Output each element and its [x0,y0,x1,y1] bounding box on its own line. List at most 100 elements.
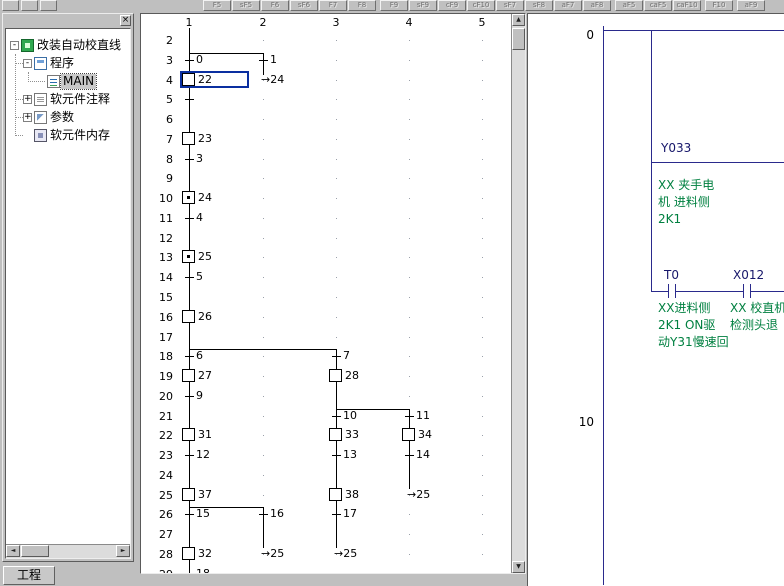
vscrollbar-thumb[interactable] [512,28,525,50]
sfc-jump-arrow[interactable]: →25 [334,547,374,560]
sfc-grid-dot [336,218,337,219]
tree-expander-icon[interactable]: - [23,59,32,68]
tree-item-0[interactable]: -改装自动校直线 [6,37,130,54]
toolbar-button-f7[interactable]: F7 [319,0,347,11]
sfc-grid-dot [482,257,483,258]
sfc-transition-tick [185,514,194,515]
toolbar-button-caf10[interactable]: caF10 [673,0,701,11]
sfc-row-header: 9 [151,172,173,184]
toolbar-button-sf5[interactable]: sF5 [232,0,260,11]
toolbar-button-sf7[interactable]: sF7 [496,0,524,11]
sfc-grid-dot [263,475,264,476]
toolbar-button-cf10[interactable]: cF10 [467,0,495,11]
sfc-transition-number: 1 [270,53,296,66]
sfc-row-header: 16 [151,311,173,323]
tree-item-5[interactable]: 软元件内存 [6,127,130,144]
sfc-row-header: 19 [151,370,173,382]
toolbar-button[interactable] [21,0,38,11]
tree-item-3[interactable]: + 软元件注释 [6,91,130,108]
sfc-grid-dot [409,297,410,298]
project-tree-hscrollbar[interactable]: ◄ ► [6,544,130,558]
sfc-row-header: 6 [151,113,173,125]
toolbar-button-f9[interactable]: F9 [380,0,408,11]
toolbar-button[interactable] [40,0,57,11]
tree-expander-icon[interactable]: + [23,113,32,122]
sfc-transition-tick [185,60,194,61]
sfc-transition-tick [259,514,268,515]
toolbar-button-cf9[interactable]: cF9 [438,0,466,11]
tree-expander-icon[interactable]: - [10,41,19,50]
project-panel: × -改装自动校直线-程序MAIN + 软元件注释 +参数软元件内存 ◄ ► [2,13,134,562]
sfc-step-box[interactable] [182,310,195,323]
sfc-grid-dot [482,514,483,515]
toolbar-button-caf5[interactable]: caF5 [644,0,672,11]
sfc-row-header: 3 [151,54,173,66]
tab-project[interactable]: 工程 [3,566,55,585]
toolbar-button-f8[interactable]: F8 [348,0,376,11]
sfc-jump-arrow[interactable]: →24 [261,73,301,86]
sfc-transition-tick [405,455,414,456]
sfc-step-box[interactable] [182,369,195,382]
sfc-transition-number: 16 [270,507,296,520]
sfc-grid-dot [409,238,410,239]
ladder-canvas[interactable]: 010Y033T0X012XX 夹手电机 进料侧2K1XX进料侧2K1 ON驱动… [528,14,784,586]
tree-item-1[interactable]: -程序 [6,55,130,72]
toolbar-button-sf8[interactable]: sF8 [525,0,553,11]
sfc-grid-dot [263,317,264,318]
toolbar-button-af7[interactable]: aF7 [554,0,582,11]
sfc-step-box[interactable] [329,428,342,441]
sfc-grid-dot [409,337,410,338]
tree-item-main[interactable]: MAIN [6,73,130,90]
toolbar-button-af8[interactable]: aF8 [583,0,611,11]
ladder-comment: XX 夹手电机 进料侧2K1 [658,177,714,228]
project-panel-titlebar[interactable]: × [4,15,132,27]
sfc-vscrollbar[interactable]: ▲ ▼ [511,14,525,573]
sfc-step-box[interactable] [329,369,342,382]
sfc-step-box[interactable] [182,250,195,263]
sfc-step-box[interactable] [402,428,415,441]
toolbar-button-f10[interactable]: F10 [705,0,733,11]
sfc-row-header: 23 [151,449,173,461]
sfc-jump-arrow[interactable]: →25 [261,547,301,560]
sfc-transition-tick [332,416,341,417]
toolbar-button-sf9[interactable]: sF9 [409,0,437,11]
toolbar-button-f6[interactable]: F6 [261,0,289,11]
sfc-grid-dot [482,416,483,417]
sfc-step-box[interactable] [182,132,195,145]
sfc-step-box[interactable] [329,488,342,501]
scroll-up-icon[interactable]: ▲ [512,14,525,26]
ladder-line [651,30,652,291]
sfc-grid-dot [409,159,410,160]
sfc-grid-dot [336,198,337,199]
sfc-row-header: 4 [151,74,173,86]
scroll-right-icon[interactable]: ► [116,545,130,557]
sfc-grid-dot [336,119,337,120]
sfc-step-box[interactable] [182,488,195,501]
tree-expander-icon[interactable]: + [23,95,32,104]
sfc-grid-dot [482,99,483,100]
toolbar-button-af5[interactable]: aF5 [615,0,643,11]
sfc-transition-tick [332,514,341,515]
sfc-jump-arrow[interactable]: →25 [407,488,447,501]
tree-item-4[interactable]: +参数 [6,109,130,126]
toolbar-button-sf6[interactable]: sF6 [290,0,318,11]
sfc-step-box[interactable] [182,428,195,441]
sfc-step-box[interactable] [182,191,195,204]
toolbar-button[interactable] [2,0,19,11]
close-icon[interactable]: × [120,15,131,26]
toolbar-button-f5[interactable]: F5 [203,0,231,11]
sfc-canvas[interactable]: 2345678910111213141516171819202122232425… [141,14,511,573]
scroll-left-icon[interactable]: ◄ [6,545,20,557]
sfc-step-box[interactable] [182,547,195,560]
sfc-grid-dot [263,40,264,41]
sfc-grid-dot [482,159,483,160]
sfc-grid-dot [263,257,264,258]
tree-item-label: 软元件注释 [48,92,112,107]
toolbar-button-af9[interactable]: aF9 [737,0,765,11]
hscrollbar-thumb[interactable] [21,545,49,557]
sfc-editor-window: 2345678910111213141516171819202122232425… [140,13,526,574]
scroll-down-icon[interactable]: ▼ [512,561,525,573]
sfc-grid-dot [482,40,483,41]
sfc-transition-number: 6 [196,349,222,362]
sfc-grid-dot [336,257,337,258]
